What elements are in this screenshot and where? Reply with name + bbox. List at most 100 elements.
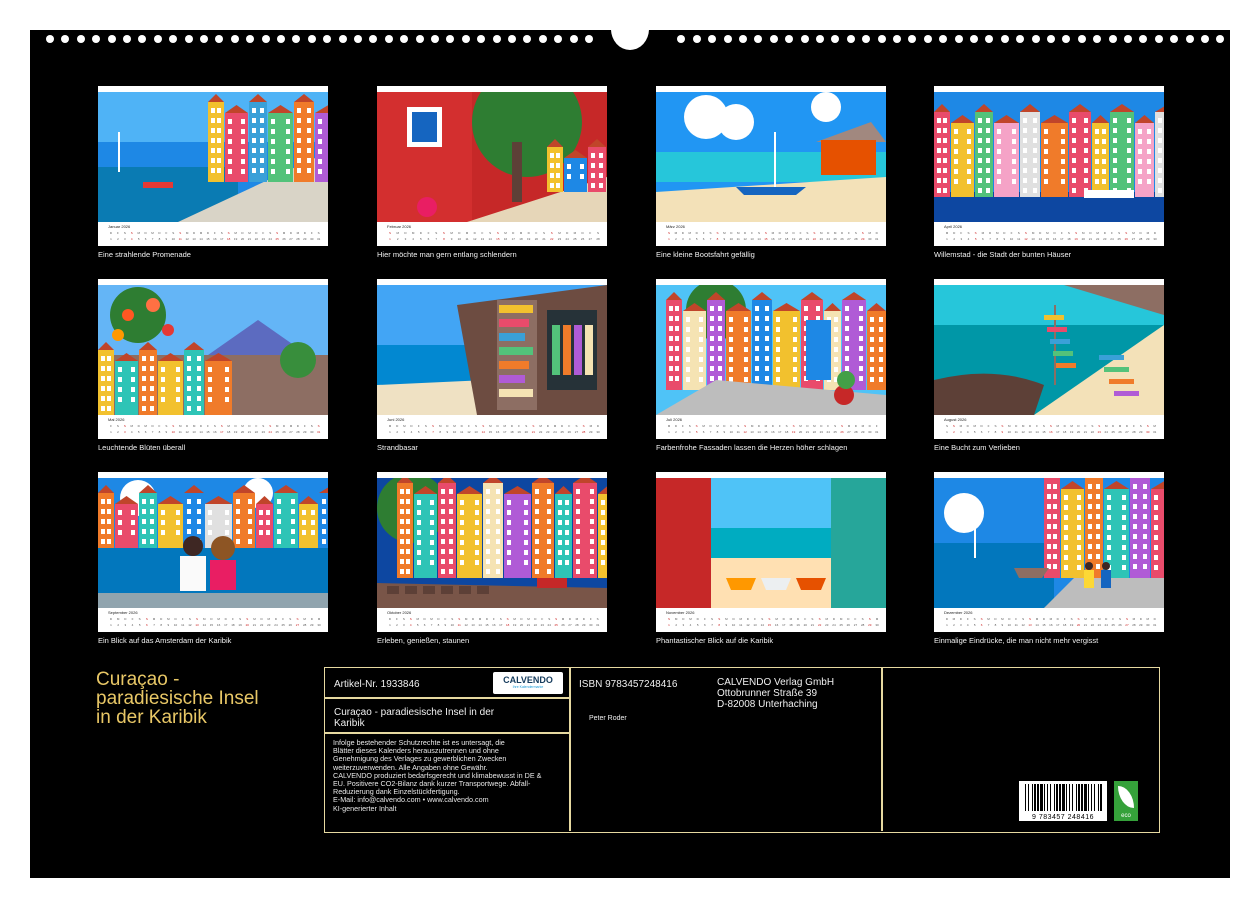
day-number: 7 — [435, 237, 438, 241]
logo-text: CALVENDO — [503, 675, 553, 685]
month-page: Oktober 2026 D F S S M D M D F S S M D M D F S S M D M D F S S M D M… — [377, 472, 607, 632]
binding-hole — [893, 35, 901, 43]
day-number: 26 — [846, 623, 850, 627]
day-number: 20 — [1076, 623, 1081, 627]
day-number: 4 — [966, 623, 969, 627]
day-number: 22 — [533, 623, 538, 627]
day-number: 18 — [506, 623, 510, 627]
day-number: 26 — [840, 430, 844, 434]
day-number: 27 — [853, 623, 858, 627]
day-number: 5 — [137, 430, 140, 434]
day-number: 11 — [465, 237, 469, 241]
day-number: 1 — [668, 237, 670, 241]
month-page: Mai 2026 F S S M D M D F S S M D M D F S S M D M D F S S M D M D F S S 1… — [98, 279, 328, 439]
day-number: 5 — [695, 430, 698, 434]
binding-hole — [384, 35, 393, 43]
day-number: 26 — [580, 237, 585, 241]
day-number: 6 — [144, 237, 147, 241]
binding-hole — [554, 35, 563, 43]
day-number: 16 — [1049, 430, 1053, 434]
day-number: 23 — [1097, 623, 1101, 627]
day-number: 15 — [1045, 237, 1050, 241]
day-number: 22 — [812, 237, 817, 241]
day-number: 2 — [953, 430, 955, 434]
day-number: 14 — [757, 237, 761, 241]
day-number: 12 — [743, 430, 747, 434]
day-number: 7 — [987, 623, 990, 627]
binding-hole — [76, 35, 85, 43]
month-calendar-strip: DFSSMDMDFSSMDMDFSSMDMDFSSMDMDFS123456789… — [387, 616, 601, 628]
month-caption: Ein Blick auf das Amsterdam der Karibik — [98, 636, 232, 645]
day-number: 19 — [233, 430, 238, 434]
day-number: 18 — [510, 430, 514, 434]
title-line-3: in der Karibik — [96, 707, 207, 728]
day-number: 11 — [1017, 237, 1021, 241]
day-number: 21 — [526, 623, 531, 627]
day-number: 20 — [1076, 430, 1081, 434]
day-number: 4 — [966, 430, 969, 434]
binding-hole — [61, 35, 70, 43]
binding-hole — [708, 35, 717, 43]
day-number: 27 — [295, 623, 300, 627]
binding-hole — [184, 35, 193, 43]
day-number: 22 — [1095, 237, 1100, 241]
day-number: 25 — [281, 623, 285, 627]
day-number: 19 — [1069, 623, 1074, 627]
day-number: 20 — [245, 623, 249, 627]
day-number: 21 — [531, 430, 536, 434]
day-number: 9 — [444, 623, 447, 627]
month-caption: Einmalige Eindrücke, die man nicht mehr … — [934, 636, 1099, 645]
day-number: 2 — [396, 623, 398, 627]
day-number: 25 — [833, 430, 837, 434]
calendar-title: Curaçao - paradiesische Insel in der Kar… — [96, 670, 306, 727]
month-photo — [98, 92, 328, 222]
day-number: 9 — [723, 430, 726, 434]
eco-label: eco — [1121, 813, 1131, 819]
day-number: 10 — [450, 623, 454, 627]
day-number: 29 — [303, 237, 307, 241]
day-number: 6 — [980, 623, 983, 627]
day-number: 19 — [1069, 430, 1074, 434]
day-number: 3 — [124, 623, 127, 627]
month-calendar-strip: MDFSSMDMDFSSMDMDFSSMDMDFSSMDMDF123456789… — [666, 423, 880, 435]
day-number: 8 — [437, 623, 440, 627]
day-number: 15 — [209, 623, 214, 627]
month-photo — [98, 478, 328, 608]
binding-hole — [1077, 35, 1086, 43]
month-page: November 2026 S M D M D F S S M D M D F S S M D M D F S S M D M D F… — [656, 472, 886, 632]
day-number: 12 — [467, 430, 471, 434]
binding-hole — [800, 35, 809, 43]
day-row: 1 2 3 4 5 6 7 8 9 10 11 12 13 14 15 16 17 18 19 20 21 22 23 24 2… — [666, 622, 880, 628]
day-number: 29 — [1146, 237, 1150, 241]
day-number: 28 — [302, 623, 307, 627]
day-number: 27 — [847, 430, 851, 434]
day-number: 10 — [457, 237, 461, 241]
publisher-line-2: Ottobrunner Straße 39 — [717, 688, 818, 699]
day-number: 4 — [412, 237, 414, 241]
month-calendar-strip: SMDMDFSSMDMDFSSMDMDFSSMDMDFSSM1234567891… — [666, 616, 880, 628]
binding-hole — [246, 35, 255, 43]
day-number: 13 — [1031, 237, 1035, 241]
day-number: 8 — [718, 623, 721, 627]
day-number: 21 — [542, 237, 546, 241]
month-calendar-strip: DMDFSSMDMDFSSMDMDFSSMDMDFSSMDM1234567891… — [108, 616, 322, 628]
day-number: 23 — [540, 623, 544, 627]
day-number: 4 — [409, 623, 412, 627]
binding-hole — [230, 35, 239, 43]
binding-hole — [985, 35, 994, 43]
day-number: 18 — [1063, 430, 1067, 434]
day-number: 28 — [596, 237, 600, 241]
day-number: 31 — [1152, 430, 1157, 434]
photo-image — [934, 285, 1164, 415]
day-number: 4 — [130, 430, 133, 434]
day-number: 26 — [1124, 237, 1128, 241]
binding-hole — [415, 35, 424, 43]
leaf-icon — [1118, 786, 1134, 808]
month-page: Januar 2026 D F S S M D M D F S S M D M D F S S M D M D F S S M D M D… — [98, 86, 328, 246]
day-number: 11 — [178, 237, 182, 241]
day-number: 16 — [213, 237, 217, 241]
binding-hole — [492, 35, 501, 43]
binding-hole — [923, 35, 932, 43]
day-number: 1 — [389, 430, 391, 434]
binding-hole — [123, 35, 131, 43]
